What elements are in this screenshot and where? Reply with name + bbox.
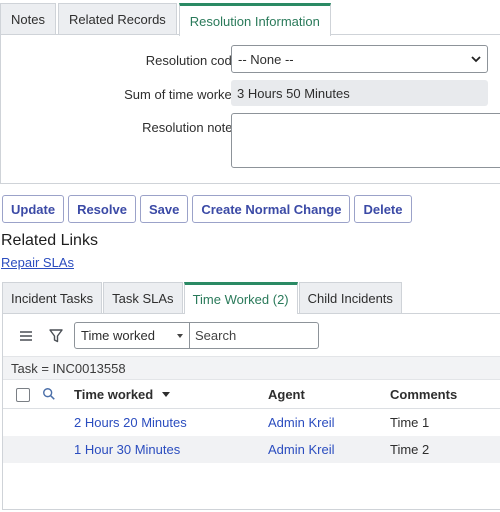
- resolution-notes-textarea[interactable]: [231, 113, 500, 168]
- related-links-heading: Related Links: [1, 232, 98, 249]
- list-search-field-select[interactable]: Time worked: [74, 322, 190, 349]
- agent-cell-link[interactable]: Admin Kreil: [268, 415, 334, 430]
- update-button[interactable]: Update: [2, 195, 65, 223]
- agent-cell-link[interactable]: Admin Kreil: [268, 442, 334, 457]
- column-header-agent[interactable]: Agent: [268, 387, 305, 402]
- resolution-code-value: -- None --: [238, 51, 294, 67]
- table-row: 2 Hours 20 Minutes Admin Kreil Time 1: [3, 409, 500, 436]
- filter-breadcrumb[interactable]: Task = INC0013558: [3, 356, 500, 380]
- tab-related-records[interactable]: Related Records: [57, 3, 177, 35]
- resolve-button[interactable]: Resolve: [68, 195, 136, 223]
- tab-child-incidents[interactable]: Child Incidents: [298, 282, 402, 313]
- time-worked-label: Sum of time worked: [124, 87, 239, 102]
- tab-incident-tasks[interactable]: Incident Tasks: [2, 282, 103, 313]
- save-button[interactable]: Save: [139, 195, 189, 223]
- search-icon[interactable]: [42, 387, 56, 401]
- tab-resolution-information[interactable]: Resolution Information: [178, 3, 331, 36]
- column-header-comments[interactable]: Comments: [390, 387, 457, 402]
- repair-slas-link[interactable]: Repair SLAs: [1, 255, 74, 270]
- comments-cell: Time 2: [390, 442, 430, 457]
- create-normal-change-button[interactable]: Create Normal Change: [192, 195, 351, 223]
- delete-button[interactable]: Delete: [354, 195, 412, 223]
- hamburger-menu-icon[interactable]: [18, 328, 34, 344]
- chevron-down-icon: [471, 56, 481, 63]
- sort-descending-icon: [161, 392, 170, 397]
- column-header-time-worked-label: Time worked: [74, 387, 154, 402]
- resolution-code-label: Resolution code: [145, 53, 239, 68]
- tab-notes[interactable]: Notes: [0, 3, 56, 35]
- breadcrumb-text[interactable]: Task = INC0013558: [11, 361, 126, 376]
- time-worked-list-panel: Time worked Task = INC0013558 Time worke…: [2, 313, 500, 510]
- table-row: 1 Hour 30 Minutes Admin Kreil Time 2: [3, 436, 500, 463]
- resolution-form-panel: Resolution code -- None -- Sum of time w…: [0, 34, 500, 184]
- action-button-bar: Update Resolve Save Create Normal Change…: [2, 195, 416, 223]
- list-search-input[interactable]: [189, 322, 319, 349]
- filter-field-value: Time worked: [81, 328, 155, 343]
- resolution-notes-label: Resolution notes: [142, 120, 239, 135]
- resolution-code-select[interactable]: -- None --: [231, 45, 488, 73]
- select-all-checkbox[interactable]: [16, 388, 30, 402]
- time-worked-cell-link[interactable]: 2 Hours 20 Minutes: [74, 415, 187, 430]
- column-header-time-worked[interactable]: Time worked: [74, 387, 171, 402]
- tab-time-worked[interactable]: Time Worked (2): [183, 282, 298, 314]
- form-tab-bar: Notes Related Records Resolution Informa…: [0, 3, 333, 36]
- table-header: Time worked Agent Comments: [3, 381, 500, 409]
- time-worked-readonly-field: 3 Hours 50 Minutes: [231, 80, 488, 106]
- related-list-tab-bar: Incident Tasks Task SLAs Time Worked (2)…: [2, 282, 403, 314]
- comments-cell: Time 1: [390, 415, 430, 430]
- time-worked-cell-link[interactable]: 1 Hour 30 Minutes: [74, 442, 180, 457]
- time-worked-value: 3 Hours 50 Minutes: [237, 85, 350, 101]
- tab-task-slas[interactable]: Task SLAs: [103, 282, 183, 313]
- filter-funnel-icon[interactable]: [48, 328, 64, 344]
- caret-down-icon: [177, 334, 183, 338]
